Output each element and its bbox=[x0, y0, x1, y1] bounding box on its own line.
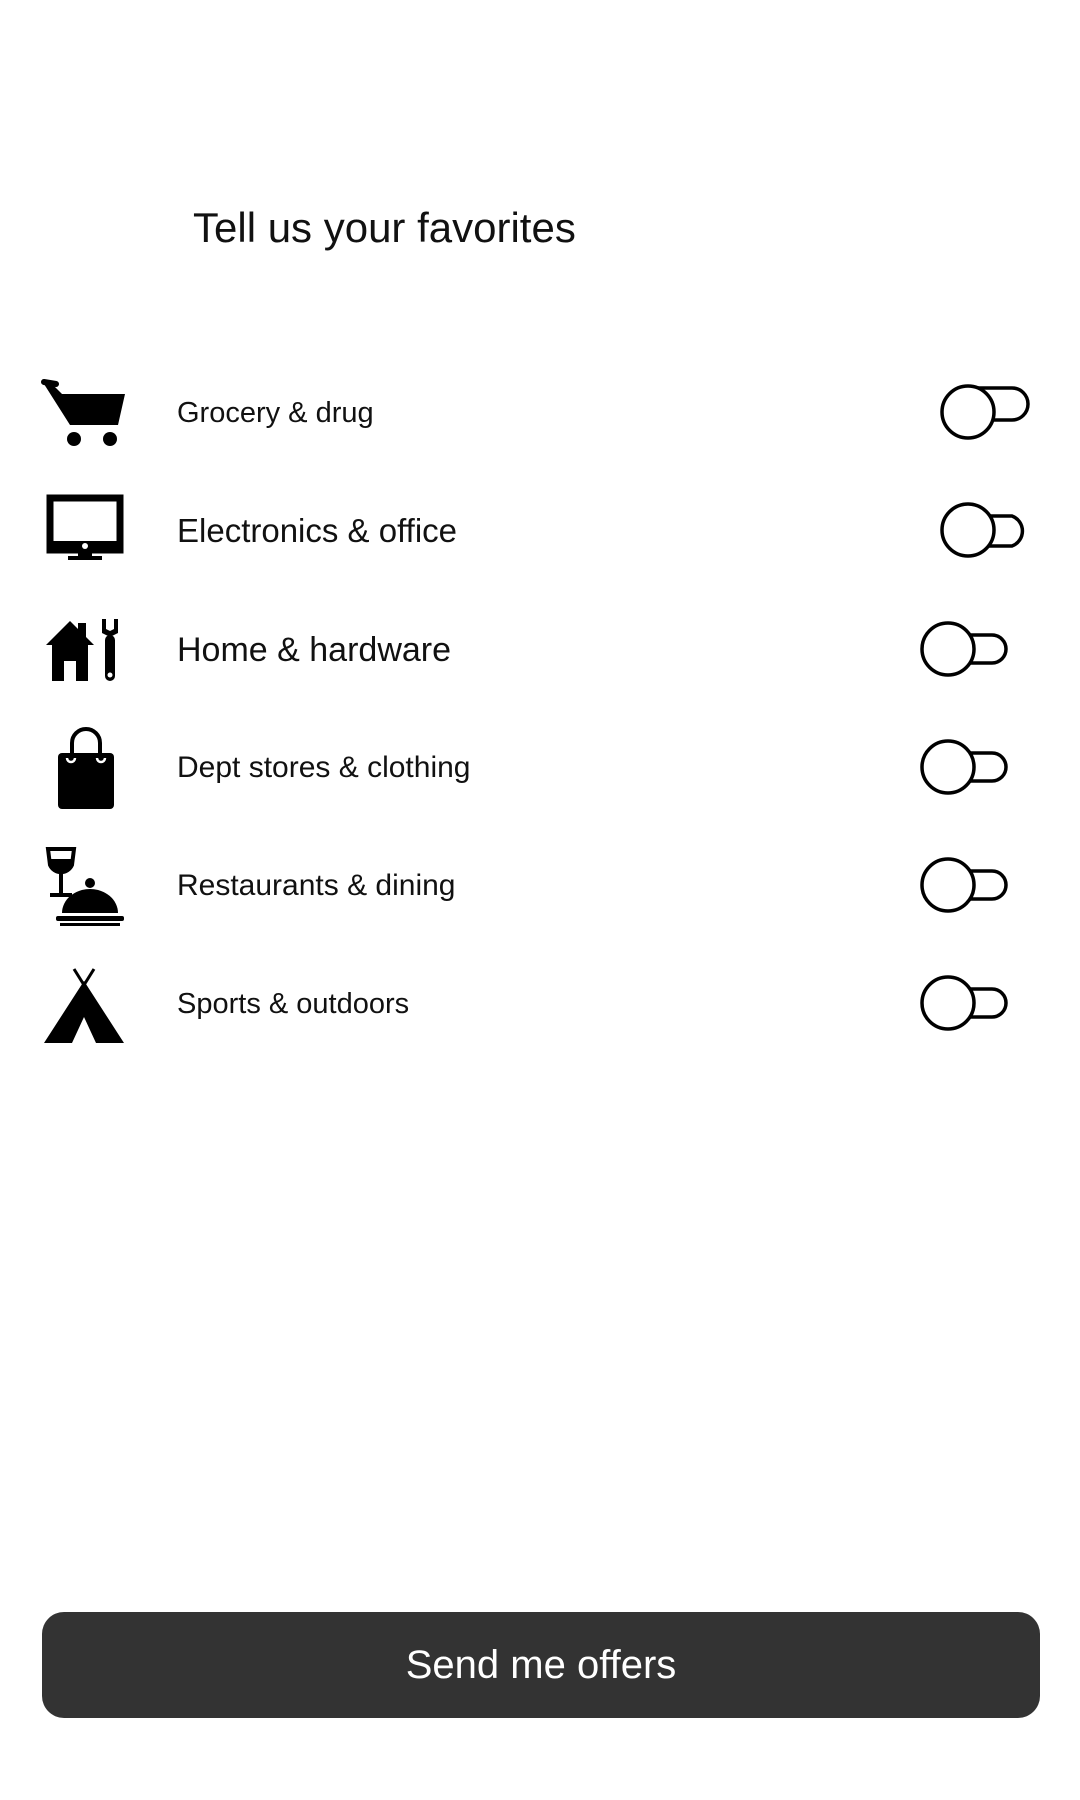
wine-cloche-icon bbox=[40, 841, 136, 931]
tent-icon bbox=[40, 959, 136, 1049]
category-row-restaurants: Restaurants & dining bbox=[40, 841, 1040, 931]
electronics-toggle[interactable] bbox=[938, 500, 1030, 560]
category-label: Restaurants & dining bbox=[177, 869, 456, 902]
category-label: Electronics & office bbox=[177, 512, 458, 549]
category-label: Grocery & drug bbox=[177, 397, 374, 429]
category-row-dept-stores: Dept stores & clothing bbox=[40, 723, 1040, 813]
monitor-icon bbox=[40, 486, 136, 576]
home-toggle[interactable] bbox=[918, 619, 1010, 679]
dept-stores-toggle[interactable] bbox=[918, 737, 1010, 797]
category-row-sports: Sports & outdoors bbox=[40, 959, 1040, 1049]
category-label: Sports & outdoors bbox=[177, 988, 410, 1020]
category-row-home: Home & hardware bbox=[40, 605, 1040, 695]
category-row-grocery: Grocery & drug bbox=[40, 368, 1040, 458]
page-title: Tell us your favorites bbox=[193, 204, 576, 251]
shopping-bag-icon bbox=[40, 723, 136, 813]
send-me-offers-button[interactable]: Send me offers bbox=[42, 1612, 1040, 1718]
grocery-toggle[interactable] bbox=[938, 382, 1030, 442]
restaurants-toggle[interactable] bbox=[918, 855, 1010, 915]
category-row-electronics: Electronics & office bbox=[40, 486, 1040, 576]
house-wrench-icon bbox=[40, 605, 136, 695]
category-label: Dept stores & clothing bbox=[177, 751, 471, 784]
category-label: Home & hardware bbox=[177, 631, 452, 669]
sports-toggle[interactable] bbox=[918, 973, 1010, 1033]
shopping-cart-icon bbox=[40, 368, 136, 458]
